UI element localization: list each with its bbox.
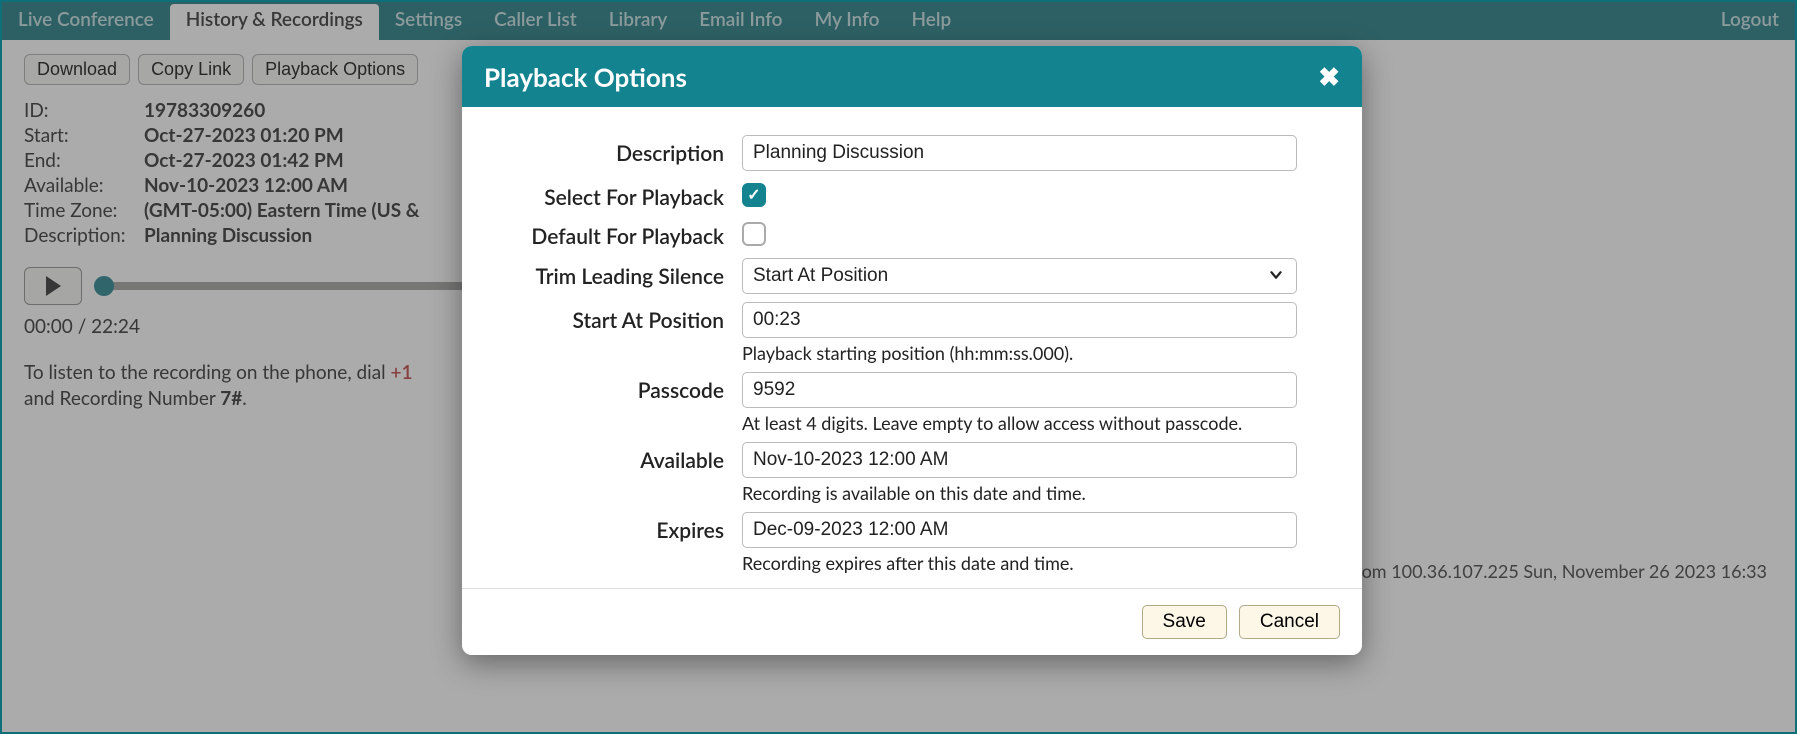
check-icon: ✓ <box>747 187 760 203</box>
close-icon[interactable]: ✖ <box>1318 60 1340 93</box>
label-available: Available <box>492 442 742 473</box>
available-input[interactable] <box>742 442 1297 478</box>
label-passcode: Passcode <box>492 372 742 403</box>
trim-leading-silence-select[interactable] <box>742 258 1297 294</box>
modal-title: Playback Options <box>484 61 687 93</box>
help-start-at-position: Playback starting position (hh:mm:ss.000… <box>742 342 1297 364</box>
description-input[interactable] <box>742 135 1297 171</box>
label-expires: Expires <box>492 512 742 543</box>
label-default-for-playback: Default For Playback <box>492 218 742 249</box>
save-button[interactable]: Save <box>1142 605 1227 639</box>
select-for-playback-checkbox[interactable]: ✓ <box>742 183 766 207</box>
expires-input[interactable] <box>742 512 1297 548</box>
label-start-at-position: Start At Position <box>492 302 742 333</box>
passcode-input[interactable] <box>742 372 1297 408</box>
start-at-position-input[interactable] <box>742 302 1297 338</box>
help-expires: Recording expires after this date and ti… <box>742 552 1297 574</box>
label-select-for-playback: Select For Playback <box>492 179 742 210</box>
default-for-playback-checkbox[interactable] <box>742 222 766 246</box>
playback-options-modal: Playback Options ✖ Description Select Fo… <box>462 46 1362 655</box>
label-description: Description <box>492 135 742 166</box>
label-trim-leading-silence: Trim Leading Silence <box>492 258 742 289</box>
cancel-button[interactable]: Cancel <box>1239 605 1340 639</box>
help-passcode: At least 4 digits. Leave empty to allow … <box>742 412 1297 434</box>
help-available: Recording is available on this date and … <box>742 482 1297 504</box>
